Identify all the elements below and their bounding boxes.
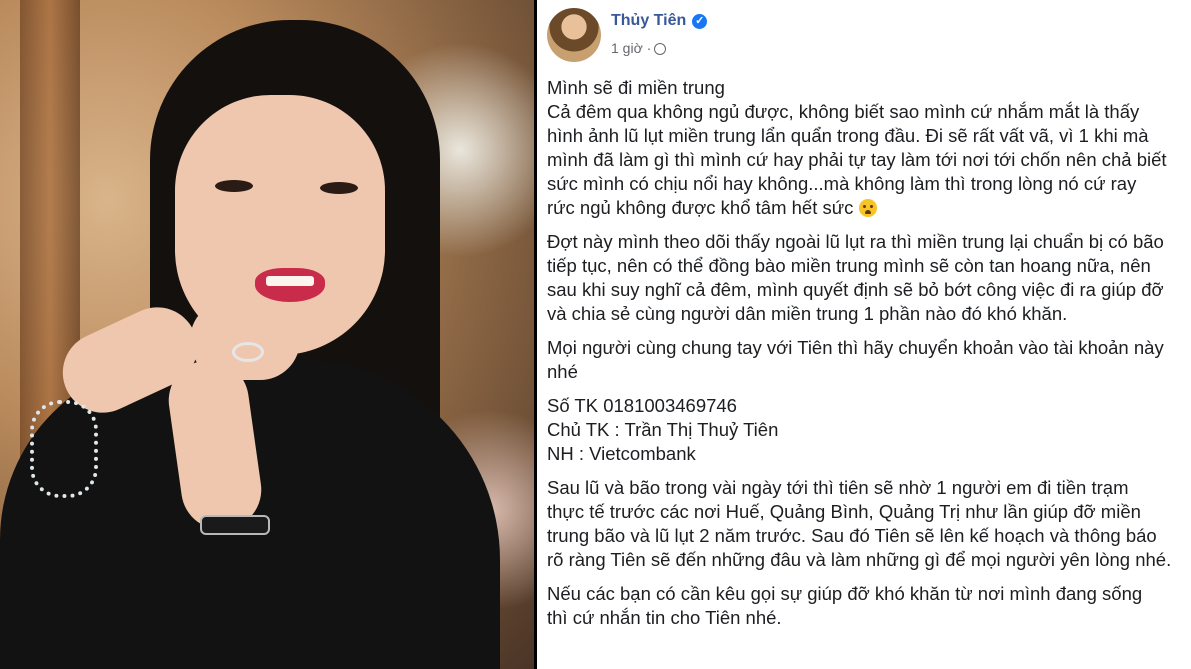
text-line: và chia sẻ cùng người dân miền trung 1 p… [547,303,1068,324]
text-line: Đợt này mình theo dõi thấy ngoài lũ lụt … [547,231,1164,252]
paragraph-bank-info: Số TK 0181003469746 Chủ TK : Trần Thị Th… [547,394,1189,466]
paragraph-plan: Đợt này mình theo dõi thấy ngoài lũ lụt … [547,230,1189,326]
author-name[interactable]: Thủy Tiên ✓ [611,12,708,30]
profile-photo [0,0,534,669]
text-line: nhé [547,361,578,382]
teeth [266,276,314,286]
text-line: tiếp tục, nên có thể đồng bào miền trung… [547,255,1151,276]
text-line: sau khi suy nghĩ cả đêm, mình quyết định… [547,279,1164,300]
text-line: Nếu các bạn có cần kêu gọi sự giúp đỡ kh… [547,583,1143,604]
bracelet [30,400,98,498]
account-holder: Chủ TK : Trần Thị Thuỷ Tiên [547,419,779,440]
text-line: thì cứ nhắn tin cho Tiên nhé. [547,607,782,628]
paragraph-call-to-action: Mọi người cùng chung tay với Tiên thì hã… [547,336,1189,384]
paragraph-followup: Sau lũ và bão trong vài ngày tới thì tiê… [547,476,1189,572]
bank-name: NH : Vietcombank [547,443,696,464]
text-line: sức mình có chịu nổi hay không...mà khôn… [547,173,1137,194]
text-fragment: rức ngủ không được khổ tâm hết sức [547,197,854,218]
globe-icon[interactable] [654,43,667,55]
text-line: rức ngủ không được khổ tâm hết sức [547,196,1189,220]
eye [215,180,253,192]
text-line: hình ảnh lũ lụt miền trung lẩn quẩn tron… [547,125,1149,146]
account-number: Số TK 0181003469746 [547,395,737,416]
post-time[interactable]: 1 giờ · [611,40,651,56]
text-line: rõ ràng Tiên sẽ đến những đâu và làm nhữ… [547,549,1172,570]
eye [320,182,358,194]
wristwatch [200,515,270,535]
post-meta: 1 giờ · [611,40,667,56]
text-line: trung bão và lũ lụt 2 năm trước. Sau đó … [547,525,1157,546]
text-line: Mọi người cùng chung tay với Tiên thì hã… [547,337,1164,358]
text-line: mình đã làm gì thì mình cứ hay phải tự t… [547,149,1167,170]
ring [232,342,264,362]
paragraph-intro: Mình sẽ đi miền trung Cả đêm qua không n… [547,76,1189,220]
facebook-post: Thủy Tiên ✓ 1 giờ · Mình sẽ đi miền trung… [534,0,1191,669]
text-line: Cả đêm qua không ngủ được, không biết sa… [547,101,1140,122]
crying-face-emoji-icon [859,199,878,217]
text-line: Mình sẽ đi miền trung [547,77,725,98]
verified-badge-icon: ✓ [692,14,708,29]
author-name-text[interactable]: Thủy Tiên [611,12,686,29]
author-avatar[interactable] [547,8,601,62]
text-line: thực tế trước các nơi Huế, Quảng Bình, Q… [547,501,1141,522]
post-content: Mình sẽ đi miền trung Cả đêm qua không n… [547,76,1189,640]
text-line: Sau lũ và bão trong vài ngày tới thì tiê… [547,477,1129,498]
paragraph-contact: Nếu các bạn có cần kêu gọi sự giúp đỡ kh… [547,582,1189,630]
